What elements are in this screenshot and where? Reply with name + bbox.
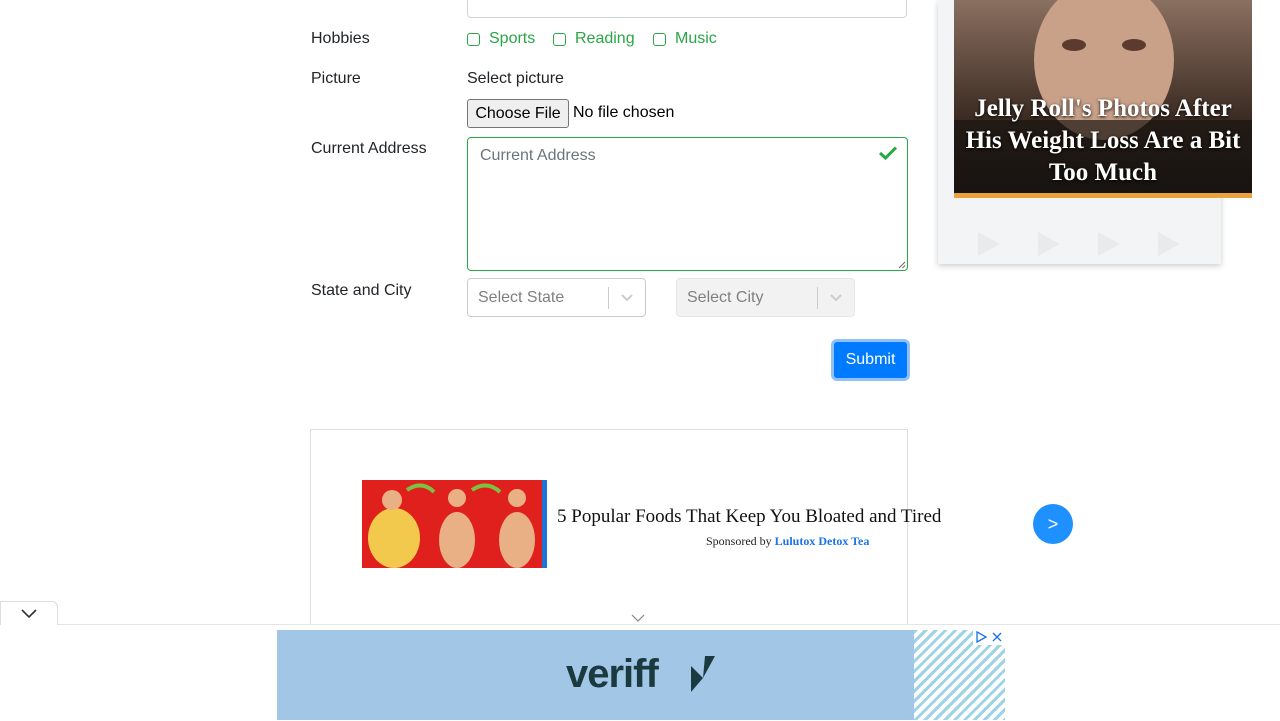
sidebar-ad-title[interactable]: Jelly Roll's Photos After His Weight Los… [954, 93, 1252, 189]
ad-image[interactable] [362, 480, 547, 568]
current-address-label: Current Address [311, 140, 427, 157]
hobbies-label: Hobbies [311, 30, 370, 47]
ad-title[interactable]: 5 Popular Foods That Keep You Bloated an… [557, 506, 941, 528]
ad-next-button[interactable]: > [1033, 504, 1073, 544]
picture-label: Picture [311, 70, 361, 87]
choose-file-button[interactable]: Choose File [467, 99, 569, 128]
submit-button[interactable]: Submit [831, 339, 910, 381]
ad-sponsor-line: Sponsored by Lulutox Detox Tea [706, 534, 869, 549]
chevron-down-icon[interactable] [829, 290, 843, 304]
checkbox-box[interactable] [467, 32, 480, 46]
text-input-partial[interactable] [467, 0, 907, 18]
current-address-placeholder: Current Address [480, 147, 596, 164]
hobby-music-label[interactable]: Music [675, 30, 717, 48]
veriff-logo: veriff [566, 652, 659, 696]
checkbox-box[interactable] [653, 32, 666, 46]
veriff-banner-ad[interactable]: veriff [277, 630, 1005, 720]
chevron-down-icon[interactable] [631, 614, 645, 623]
state-placeholder: Select State [478, 289, 565, 306]
hobby-sports-checkbox[interactable]: Sports [467, 30, 535, 48]
chevron-down-icon[interactable] [21, 609, 37, 619]
city-placeholder: Select City [687, 289, 764, 306]
valid-check-icon [879, 146, 897, 160]
resize-grip-icon[interactable] [898, 261, 906, 269]
select-separator [817, 287, 818, 309]
city-select[interactable]: Select City [676, 278, 855, 317]
checkbox-box[interactable] [553, 32, 566, 46]
hobby-reading-label[interactable]: Reading [575, 30, 635, 48]
hobby-reading-checkbox[interactable]: Reading [553, 30, 635, 48]
sponsored-by-text: Sponsored by [706, 534, 772, 548]
ad-illustration [362, 480, 547, 568]
hobby-sports-label[interactable]: Sports [489, 30, 535, 48]
ad-choices-icon[interactable] [973, 630, 989, 645]
ad-sponsor-link[interactable]: Lulutox Detox Tea [775, 534, 870, 548]
select-separator [608, 287, 609, 309]
leaf-icon [691, 656, 715, 692]
hobby-music-checkbox[interactable]: Music [653, 30, 717, 48]
select-picture-text: Select picture [467, 70, 564, 87]
file-status-text: No file chosen [573, 104, 675, 121]
state-city-label: State and City [311, 282, 412, 299]
state-select[interactable]: Select State [467, 278, 646, 317]
current-address-textarea[interactable]: Current Address [467, 137, 908, 271]
close-ad-icon[interactable] [989, 630, 1005, 645]
chevron-down-icon[interactable] [620, 290, 634, 304]
collapse-ad-tab[interactable] [0, 601, 58, 625]
ad-accent-bar [954, 193, 1252, 198]
